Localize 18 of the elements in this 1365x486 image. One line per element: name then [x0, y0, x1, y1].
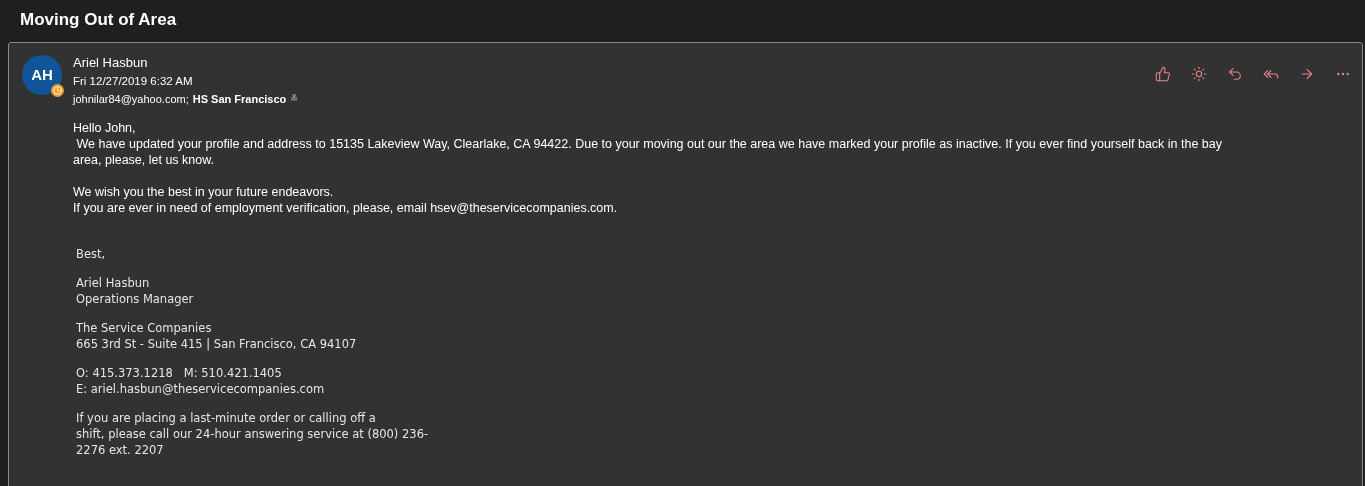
- signature-text: The Service Companies 665 3rd St - Suite 415 | San Francisco, CA 94107: [76, 320, 358, 352]
- avatar[interactable]: AH: [22, 55, 62, 95]
- thumbs-up-icon: [1155, 66, 1171, 82]
- sender-name: Ariel Hasbun: [73, 54, 149, 72]
- email-subject: Moving Out of Area: [20, 9, 177, 32]
- body-paragraph: We wish you the best in your future endeavors. If you are ever in need of employment verification, please, email hsev@theservicecompanies.com.: [73, 184, 619, 216]
- forward-icon: [1299, 66, 1315, 82]
- recipient[interactable]: johnilar84@yahoo.com;: [73, 90, 189, 108]
- expand-recipients-button[interactable]: ≚: [290, 90, 299, 108]
- signature-text: O: 415.373.1218 M: 510.421.1405 E: ariel.hasbun@theservicecompanies.com: [76, 365, 326, 397]
- reply-icon: [1227, 66, 1243, 82]
- signature-text: Best,: [76, 246, 107, 262]
- sun-icon: [1191, 66, 1207, 82]
- body-paragraph: Hello John, We have updated your profile and address to 15135 Lakeview Way, Clearlake, CA 94422. Due to your moving out our the area we have marked your profile as inactive. If you ever find yourself back in the bay area, please, let us know.: [73, 120, 1224, 168]
- sent-date: Fri 12/27/2019 6:32 AM: [73, 74, 194, 89]
- recipient[interactable]: HS San Francisco: [192, 90, 287, 108]
- signature-text: If you are placing a last-minute order or calling off a shift, please call our 24-hour answering service at (800) 236- 2276 ext. 2207: [76, 410, 430, 458]
- signature-text: Ariel Hasbun Operations Manager: [76, 275, 195, 307]
